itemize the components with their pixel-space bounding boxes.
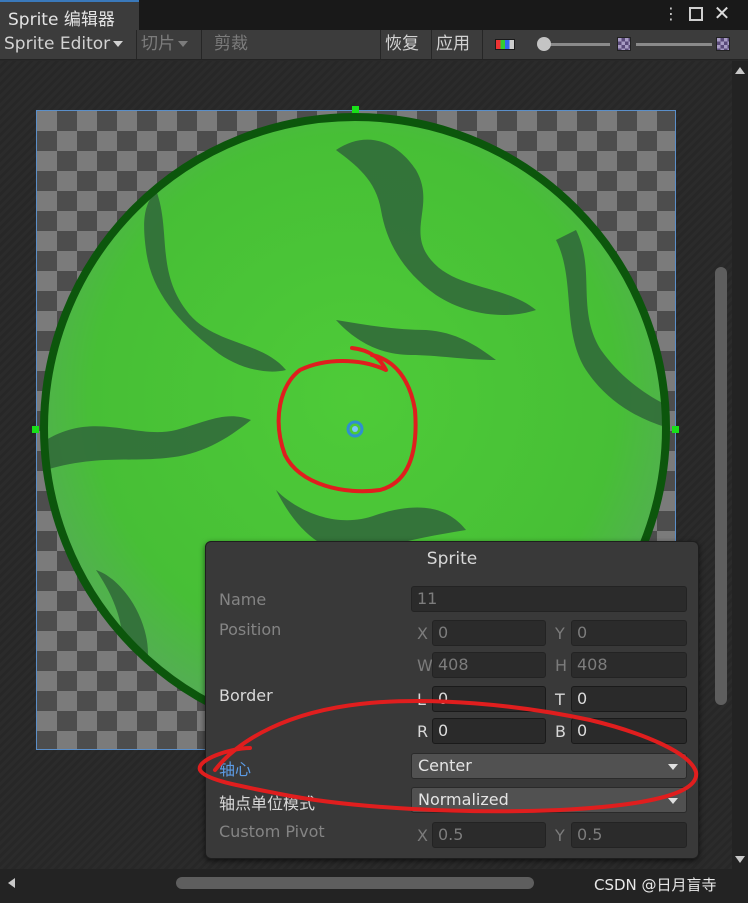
pos-x-axis-label: X [417,624,428,643]
pos-x-field[interactable]: 0 [432,620,546,646]
horizontal-scrollbar[interactable]: CSDN @日月盲寺 [0,869,748,903]
custom-pivot-x-axis-label: X [417,826,428,845]
custom-pivot-y-axis-label: Y [555,826,565,845]
border-label: Border [219,686,273,705]
checker-icon [617,37,631,51]
custom-pivot-x-field[interactable]: 0.5 [432,822,546,848]
resize-handle-left[interactable] [32,426,39,433]
pos-y-field[interactable]: 0 [571,620,687,646]
position-label: Position [219,620,282,639]
chevron-down-icon [178,41,188,47]
border-l-field[interactable]: 0 [432,686,546,712]
color-channel-icon [495,39,515,50]
pivot-dropdown[interactable]: Center [411,753,687,779]
vertical-scroll-thumb[interactable] [715,267,727,705]
pos-h-field[interactable]: 408 [571,652,687,678]
pos-w-axis-label: W [417,656,433,675]
scroll-down-icon[interactable] [735,856,745,863]
mip-slider-track[interactable] [546,43,610,46]
border-t-field[interactable]: 0 [571,686,687,712]
window-title-bar: Sprite 编辑器 ⋮ ✕ [0,0,748,30]
checker-icon [716,37,730,51]
name-label: Name [219,590,267,609]
resize-handle-top[interactable] [352,106,359,113]
border-r-axis-label: R [417,722,429,741]
scroll-left-icon[interactable] [8,878,15,888]
pivot-label: 轴心 [219,760,252,779]
trim-button[interactable]: 剪裁 [201,30,259,59]
mode-dropdown[interactable]: Sprite Editor [0,30,134,59]
border-l-axis-label: L [417,690,426,709]
pos-y-axis-label: Y [555,624,565,643]
slice-dropdown[interactable]: 切片 [136,30,200,59]
resize-handle-right[interactable] [672,426,679,433]
mip-slider-handle[interactable] [537,37,551,51]
vertical-scrollbar[interactable] [732,61,748,869]
border-b-axis-label: B [555,722,566,741]
border-t-axis-label: T [555,690,565,709]
pivot-unit-mode-dropdown[interactable]: Normalized [411,787,687,813]
scroll-up-icon[interactable] [735,67,745,74]
pivot-unit-mode-label: 轴点单位模式 [219,794,316,813]
horizontal-scroll-thumb[interactable] [176,877,534,889]
more-options-icon[interactable]: ⋮ [663,4,679,24]
chevron-down-icon [668,764,678,770]
pivot-icon-core [352,426,358,432]
revert-button[interactable]: 恢复 [380,30,430,59]
slice-label: 切片 [141,34,175,54]
panel-title: Sprite [426,549,478,569]
custom-pivot-y-field[interactable]: 0.5 [571,822,687,848]
border-b-field[interactable]: 0 [571,718,687,744]
watermark-text: CSDN @日月盲寺 [594,876,717,894]
pos-w-field[interactable]: 408 [432,652,546,678]
color-channel-toggle[interactable] [482,30,526,59]
chevron-down-icon [668,798,678,804]
maximize-icon[interactable] [689,7,703,21]
name-field[interactable]: 11 [411,586,687,612]
custom-pivot-label: Custom Pivot [219,822,325,841]
border-r-field[interactable]: 0 [432,718,546,744]
alpha-slider-track[interactable] [636,43,712,46]
sprite-inspector-panel: Sprite Name 11 Position X 0 Y 0 W 408 H … [205,541,699,859]
apply-button[interactable]: 应用 [431,30,480,59]
pivot-dropdown-value: Center [418,756,472,775]
pivot-unit-mode-value: Normalized [418,790,509,809]
chevron-down-icon [113,41,124,47]
pos-h-axis-label: H [555,656,568,675]
tab-sprite-editor[interactable]: Sprite 编辑器 [0,0,139,30]
close-icon[interactable]: ✕ [712,1,732,27]
mode-dropdown-label: Sprite Editor [4,34,111,54]
